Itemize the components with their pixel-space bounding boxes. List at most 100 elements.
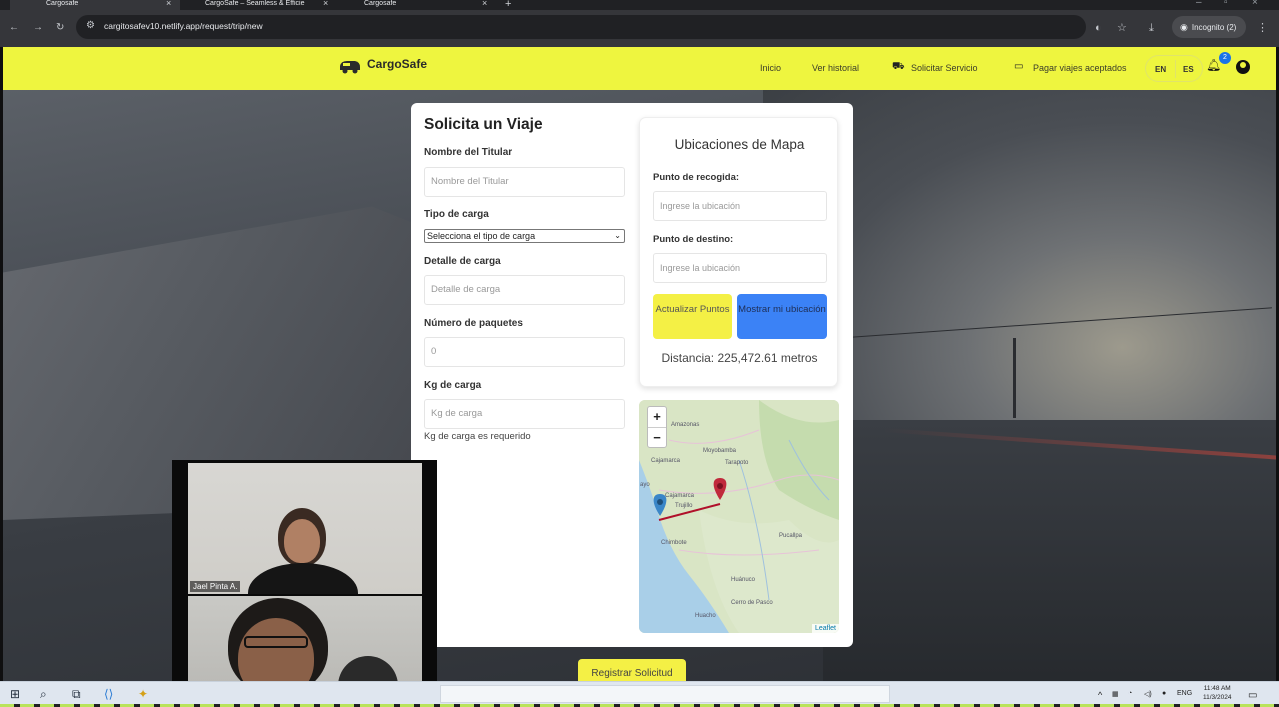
back-icon[interactable]: ←: [9, 23, 19, 33]
screen: { "browser": { "tabs": [ {"label": "Carg…: [0, 0, 1279, 707]
download-icon[interactable]: ⤓: [1149, 23, 1154, 34]
pickup-input[interactable]: Ingrese la ubicación: [653, 191, 827, 221]
tab-cargosafe-1[interactable]: Cargosafe ×: [10, 0, 180, 10]
app-icon[interactable]: ✦: [138, 688, 148, 700]
nav-solicitar-servicio[interactable]: Solicitar Servicio: [911, 63, 978, 73]
search-icon[interactable]: ⌕: [40, 688, 47, 700]
participant-face: [284, 519, 320, 563]
kg-label: Kg de carga: [424, 380, 482, 391]
vscode-icon[interactable]: ⟨⟩: [104, 688, 113, 700]
map-label: Chimbote: [661, 540, 687, 546]
bookmark-star-icon[interactable]: ☆: [1117, 23, 1127, 34]
tray-chevron-icon[interactable]: ^: [1098, 690, 1102, 700]
brand-name[interactable]: CargoSafe: [367, 57, 427, 71]
tab-close-icon[interactable]: ×: [482, 0, 487, 8]
tab-cargosafe-2[interactable]: CargoSafe – Seamless & Efficie ×: [185, 0, 335, 10]
maximize-icon[interactable]: ▫: [1224, 0, 1228, 8]
map-tiles: [639, 400, 839, 633]
holder-name-input[interactable]: Nombre del Titular: [424, 167, 625, 197]
credit-card-icon: ▭: [1014, 61, 1024, 72]
clock-time: 11:48 AM: [1203, 685, 1231, 692]
trip-request-card: Solicita un Viaje Nombre del Titular Nom…: [411, 103, 853, 647]
packages-input[interactable]: 0: [424, 337, 625, 367]
utility-pole: [1013, 338, 1016, 418]
incognito-button[interactable]: ◉ Incognito (2): [1172, 16, 1246, 38]
mic-icon[interactable]: ●: [1162, 690, 1166, 697]
map-label: Trujillo: [675, 503, 693, 509]
cargo-type-label: Tipo de carga: [424, 209, 489, 220]
tab-close-icon[interactable]: ×: [323, 0, 328, 8]
network-icon[interactable]: ▦: [1112, 690, 1119, 698]
map-label: Cajamarca: [651, 458, 681, 464]
notification-badge: 2: [1219, 52, 1231, 64]
nav-inicio[interactable]: Inicio: [760, 63, 781, 73]
map-label: Amazonas: [671, 422, 700, 428]
map-label: Huánuco: [731, 577, 756, 583]
browser-tab-strip: Cargosafe × CargoSafe – Seamless & Effic…: [0, 0, 1279, 10]
app-navbar: CargoSafe Inicio Ver historial ⛟ Solicit…: [3, 47, 1276, 90]
cargo-detail-label: Detalle de carga: [424, 256, 501, 267]
account-icon[interactable]: [1236, 60, 1250, 74]
task-view-icon[interactable]: ⧉: [72, 688, 81, 700]
windows-start-icon[interactable]: ⊞: [10, 688, 20, 700]
nav-historial[interactable]: Ver historial: [812, 63, 859, 73]
notification-center-icon[interactable]: ▭: [1248, 690, 1257, 701]
lang-en-button[interactable]: EN: [1155, 65, 1166, 74]
destination-label: Punto de destino:: [653, 234, 734, 245]
divider: [1175, 60, 1176, 78]
lang-es-button[interactable]: ES: [1183, 65, 1194, 74]
leaflet-attribution-link[interactable]: Leaflet: [811, 624, 839, 633]
address-bar[interactable]: ⚙ cargitosafev10.netlify.app/request/tri…: [76, 15, 1086, 39]
minimize-icon[interactable]: –: [1196, 0, 1202, 8]
map-locations-panel: Ubicaciones de Mapa Punto de recogida: I…: [639, 117, 838, 387]
clock-date: 11/3/2024: [1203, 694, 1232, 701]
lang-indicator[interactable]: ENG: [1177, 690, 1192, 697]
tab-cargosafe-3[interactable]: Cargosafe ×: [340, 0, 495, 10]
close-window-icon[interactable]: ×: [1252, 0, 1258, 8]
taskbar-clock[interactable]: 11:48 AM 11/3/2024: [1203, 684, 1231, 702]
kg-error-text: Kg de carga es requerido: [424, 431, 531, 442]
site-settings-icon[interactable]: ⚙: [86, 21, 96, 31]
chevron-down-icon: ⌄: [614, 231, 621, 240]
map-label: ayo: [640, 482, 650, 488]
truck-icon: ⛟: [892, 61, 905, 72]
tab-label: Cargosafe: [46, 0, 79, 7]
truck-logo-icon[interactable]: [339, 58, 361, 74]
volume-icon[interactable]: ◁): [1144, 690, 1152, 698]
taskbar-search-box[interactable]: [440, 685, 890, 703]
show-location-button[interactable]: Mostrar mi ubicación: [737, 294, 827, 339]
zoom-in-button[interactable]: +: [648, 407, 666, 427]
wifi-icon[interactable]: ◔: [1128, 690, 1132, 697]
forward-icon[interactable]: →: [33, 23, 43, 33]
incognito-label: Incognito (2): [1191, 23, 1237, 32]
eye-off-icon[interactable]: ◐: [1095, 23, 1102, 34]
update-points-button[interactable]: Actualizar Puntos: [653, 294, 732, 339]
tab-close-icon[interactable]: ×: [166, 0, 171, 8]
new-tab-icon[interactable]: +: [505, 0, 511, 10]
menu-dots-icon[interactable]: ⋮: [1257, 23, 1268, 34]
tab-label: CargoSafe – Seamless & Efficie: [205, 0, 305, 7]
map-zoom-control: + −: [647, 406, 667, 448]
cargo-type-select[interactable]: Selecciona el tipo de carga ⌄: [424, 229, 625, 243]
road-image: [823, 420, 1276, 686]
glasses: [244, 636, 308, 648]
language-switcher: EN ES: [1145, 55, 1203, 82]
destination-input[interactable]: Ingrese la ubicación: [653, 253, 827, 283]
route-map[interactable]: Amazonas Moyobamba Tarapoto Cajamarca ay…: [639, 400, 839, 633]
holder-label: Nombre del Titular: [424, 147, 513, 158]
map-label: Pucallpa: [779, 533, 803, 539]
packages-label: Número de paquetes: [424, 318, 523, 329]
window-edge: [0, 47, 3, 687]
distance-text: Distancia: 225,472.61 metros: [661, 351, 818, 365]
map-panel-title: Ubicaciones de Mapa: [674, 137, 805, 152]
reload-icon[interactable]: ↻: [56, 23, 64, 33]
map-label: Cerro de Pasco: [731, 600, 773, 606]
nav-pagar-viajes[interactable]: Pagar viajes aceptados: [1033, 63, 1127, 73]
kg-input[interactable]: Kg de carga: [424, 399, 625, 429]
browser-toolbar: ← → ↻ ⚙ cargitosafev10.netlify.app/reque…: [0, 10, 1279, 47]
cargo-detail-input[interactable]: Detalle de carga: [424, 275, 625, 305]
map-label: Cajamarca: [665, 493, 695, 499]
url-text[interactable]: cargitosafev10.netlify.app/request/trip/…: [104, 21, 263, 31]
zoom-out-button[interactable]: −: [648, 427, 666, 448]
incognito-icon: ◉: [1180, 22, 1188, 32]
